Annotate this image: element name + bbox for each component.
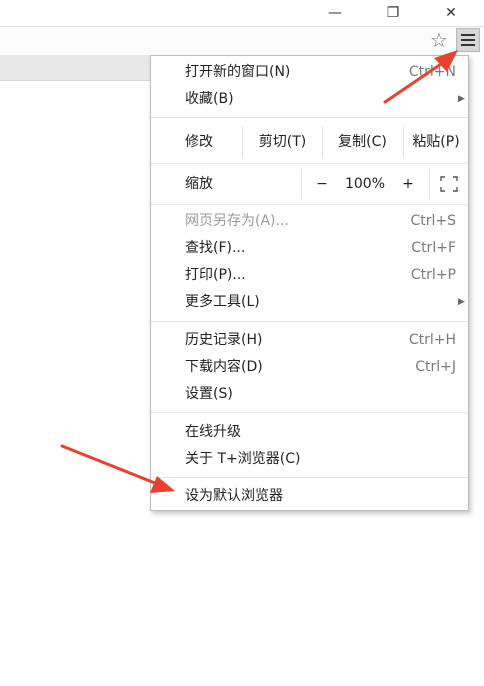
annotation-arrows — [60, 50, 458, 493]
annotation-arrow-menu — [383, 50, 458, 104]
annotation-arrow-default-browser — [60, 444, 175, 493]
